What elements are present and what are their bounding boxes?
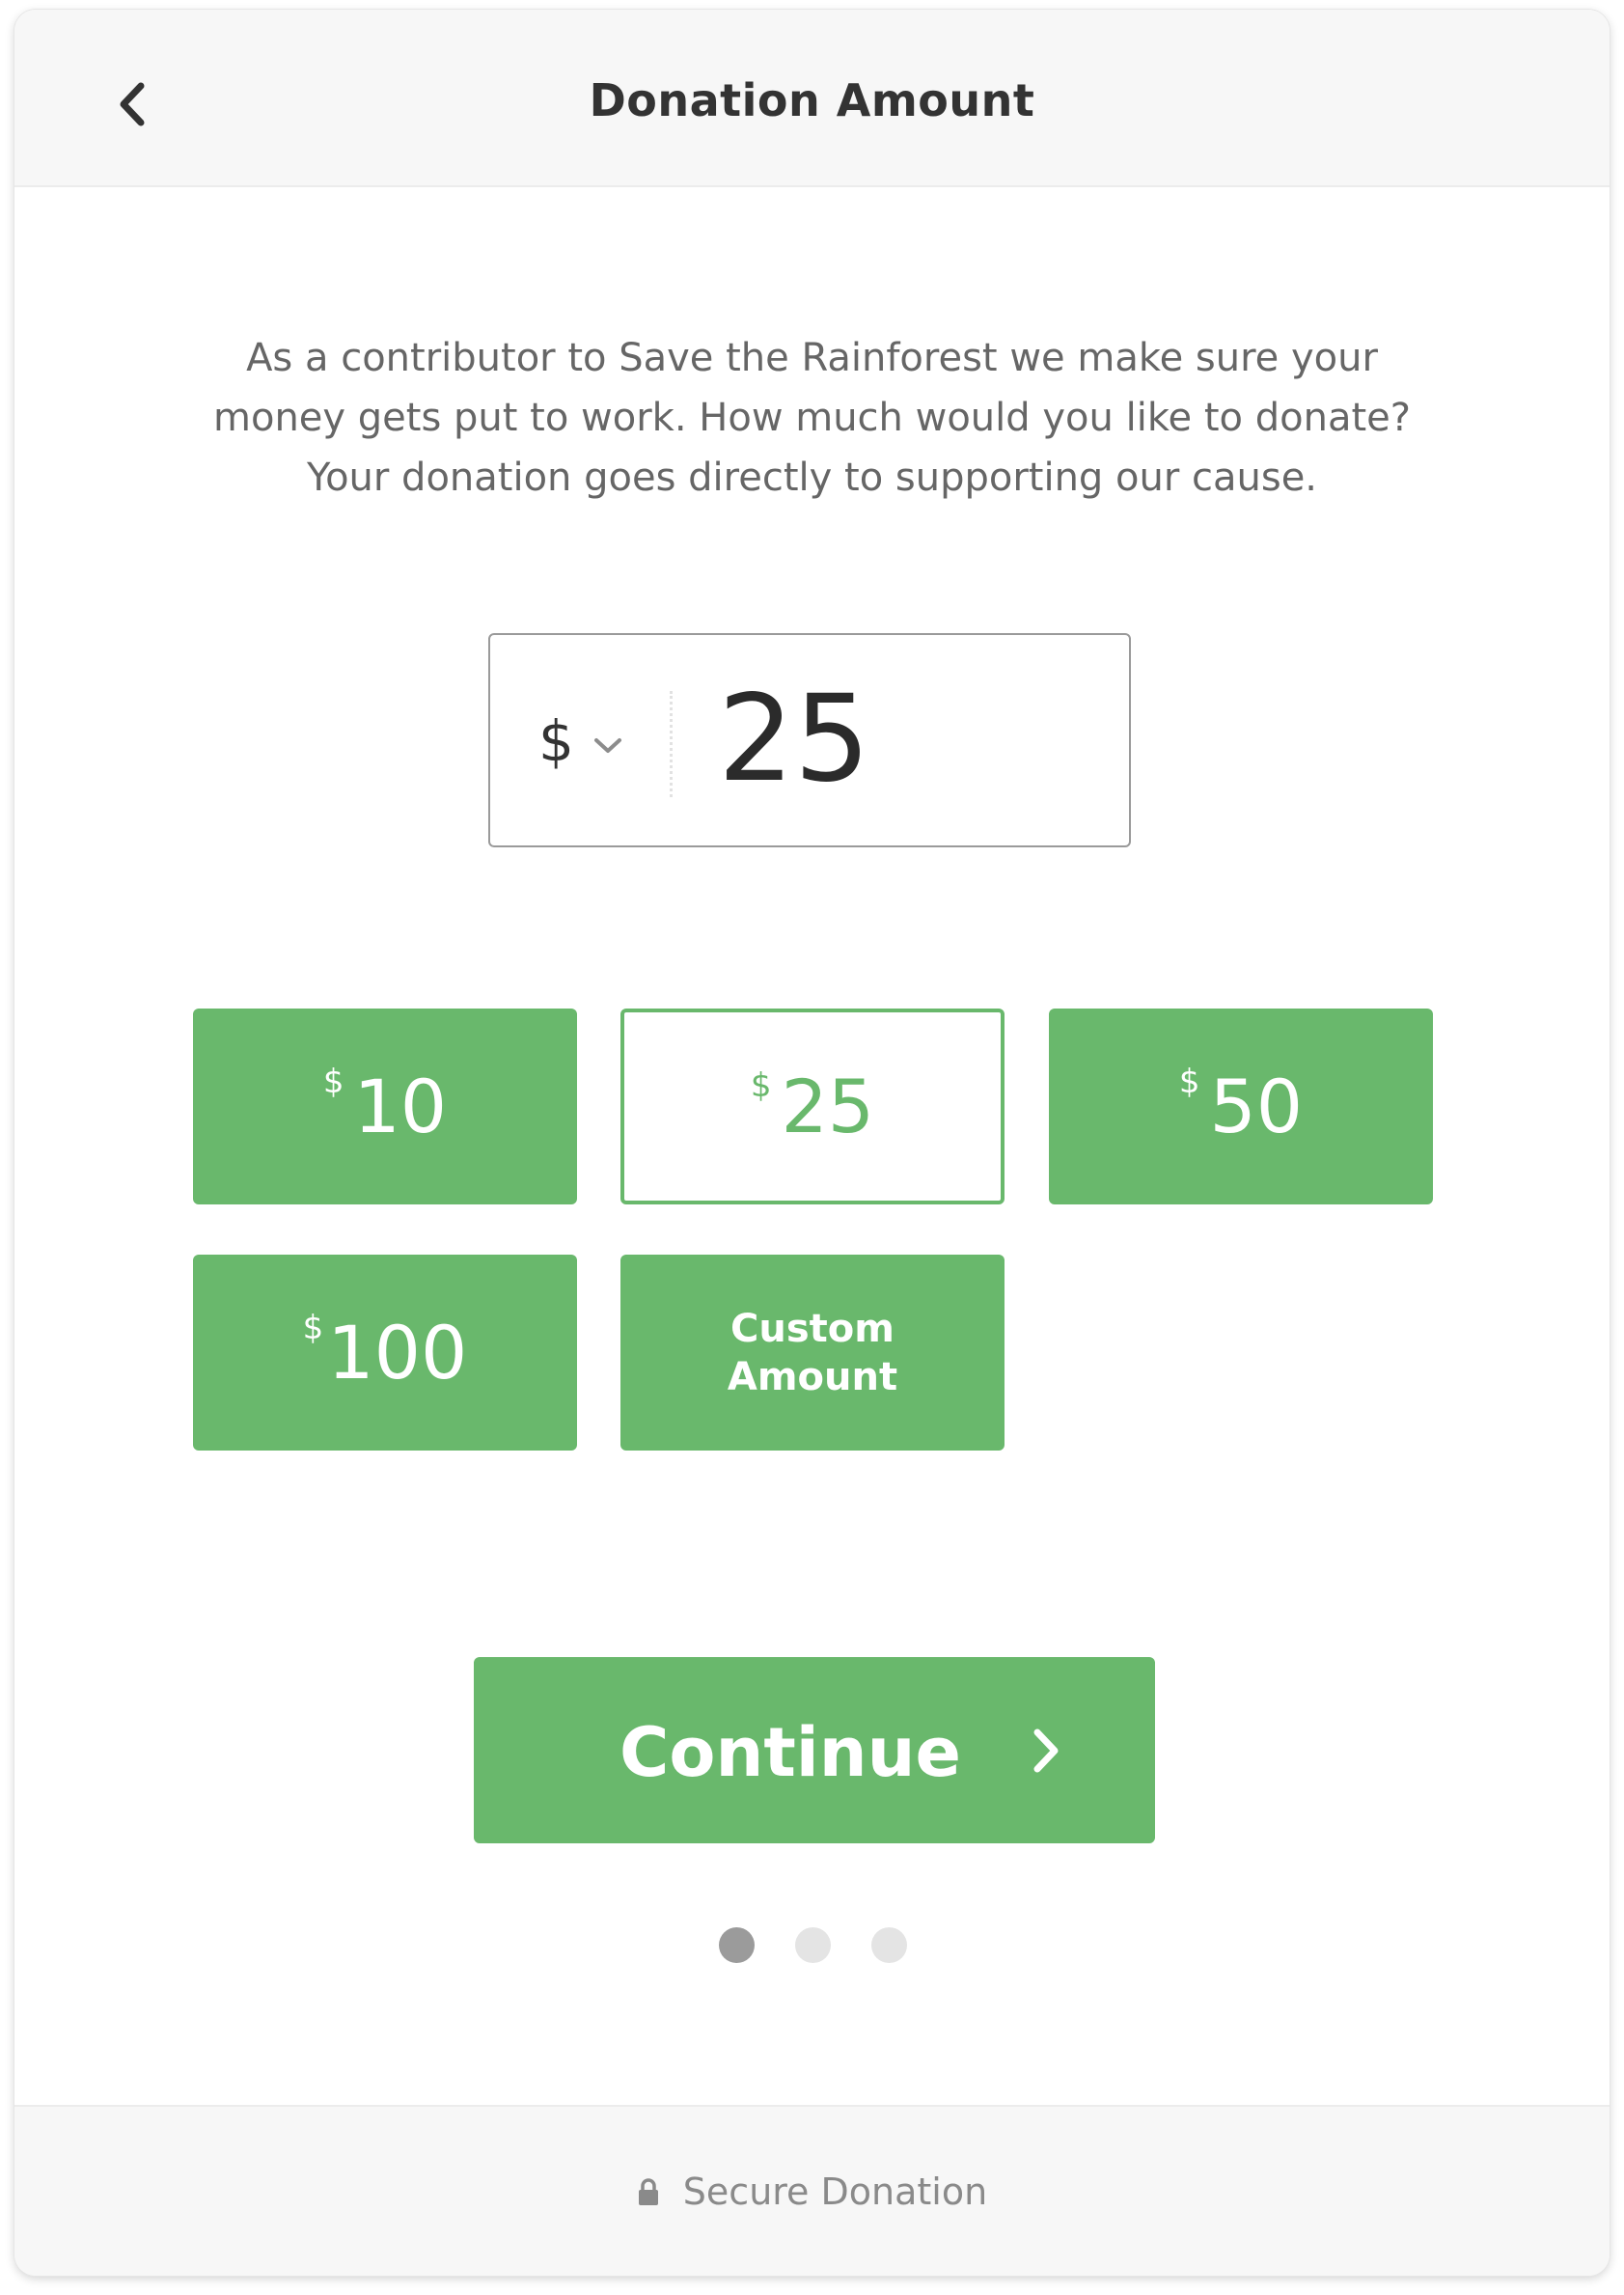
preset-value: 10 — [353, 1064, 448, 1149]
continue-label: Continue — [619, 1713, 961, 1792]
preset-50-button[interactable]: $ 50 — [1049, 1009, 1433, 1204]
preset-value: 25 — [781, 1064, 875, 1149]
page-dot-3[interactable] — [871, 1927, 907, 1963]
preset-100-button[interactable]: $ 100 — [193, 1255, 577, 1451]
custom-amount-label-line-1: Custom — [730, 1306, 895, 1351]
preset-value: 50 — [1209, 1064, 1304, 1149]
currency-select[interactable]: $ — [538, 693, 645, 789]
chevron-down-icon — [593, 738, 621, 753]
currency-symbol: $ — [538, 708, 574, 774]
field-divider — [670, 691, 673, 797]
preset-10-button[interactable]: $ 10 — [193, 1009, 577, 1204]
lock-icon — [638, 2178, 658, 2205]
amount-field: $ — [488, 633, 1131, 847]
preset-25-button[interactable]: $ 25 — [620, 1009, 1005, 1204]
custom-amount-button[interactable]: Custom Amount — [620, 1255, 1005, 1451]
secure-donation-note: Secure Donation — [14, 2171, 1610, 2213]
chevron-right-icon — [1033, 1728, 1059, 1773]
preset-value: 100 — [327, 1310, 468, 1396]
amount-input[interactable] — [718, 662, 1104, 816]
page-dot-2[interactable] — [795, 1927, 831, 1963]
intro-line-3: Your donation goes directly to supportin… — [306, 456, 1318, 500]
custom-amount-label-line-2: Amount — [727, 1354, 898, 1399]
preset-currency: $ — [750, 1066, 772, 1105]
preset-currency: $ — [322, 1063, 344, 1101]
footer-text: Secure Donation — [682, 2171, 988, 2213]
intro-text: As a contributor to Save the Rainforest … — [130, 328, 1494, 508]
intro-line-1: As a contributor to Save the Rainforest … — [246, 336, 1378, 380]
continue-button[interactable]: Continue — [474, 1657, 1155, 1843]
footer-bar: Secure Donation — [14, 2105, 1610, 2276]
page-dot-1[interactable] — [719, 1927, 755, 1963]
preset-currency: $ — [302, 1309, 324, 1347]
page-title: Donation Amount — [589, 74, 1035, 126]
preset-currency: $ — [1178, 1063, 1200, 1101]
donation-card: Donation Amount As a contributor to Save… — [14, 10, 1610, 2276]
intro-line-2: money gets put to work. How much would y… — [213, 396, 1411, 440]
header-bar: Donation Amount — [14, 10, 1610, 187]
